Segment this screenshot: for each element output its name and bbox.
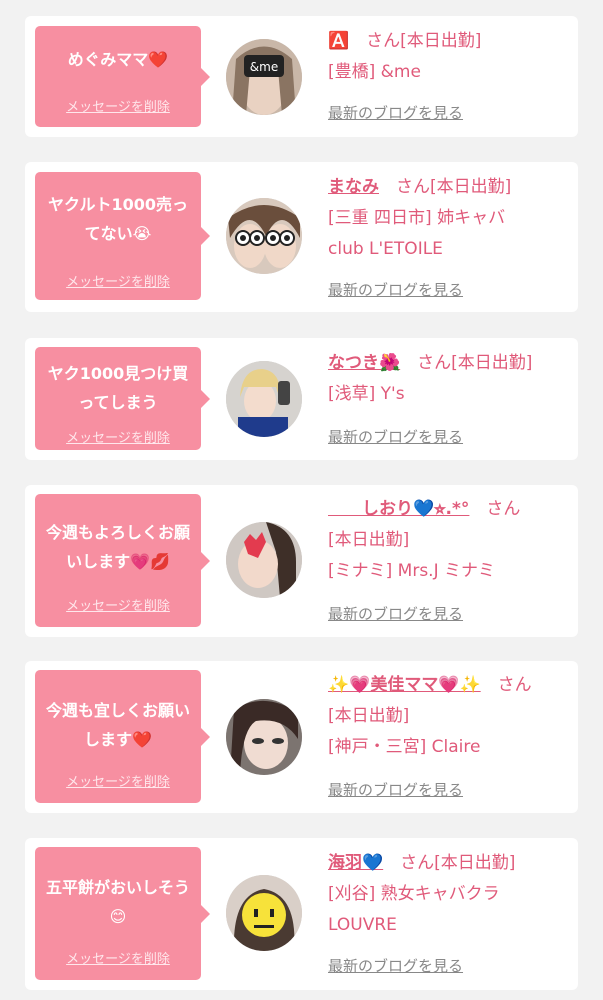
avatar[interactable] [226, 198, 302, 274]
message-text: めぐみママ❤️ [67, 50, 169, 69]
shop-line: [三重 四日市] 姉キャバ [328, 208, 506, 228]
shop-status-line: [本日出勤] [328, 706, 410, 726]
cast-info: 🅰️ さん[本日出勤] [豊橋] &me [328, 26, 573, 88]
latest-blog-link[interactable]: 最新のブログを見る [328, 102, 463, 123]
cast-status: さん[本日出勤] [400, 853, 516, 873]
message-bubble: 今週も宜しくお願いします❤️ メッセージを削除 [35, 670, 210, 803]
cast-name-link[interactable]: しおり💙⭐︎.*° [328, 499, 469, 519]
latest-blog-link[interactable]: 最新のブログを見る [328, 779, 463, 800]
message-text: ヤクルト1000売ってない😭 [47, 195, 189, 243]
cast-status: さん [486, 499, 521, 519]
message-card: めぐみママ❤️ メッセージを削除 &me 🅰️ さん[本日出勤] [豊橋] &m… [25, 16, 578, 137]
message-bubble: 五平餅がおいしそう😊 メッセージを削除 [35, 847, 210, 980]
latest-blog-link[interactable]: 最新のブログを見る [328, 279, 463, 300]
cast-status: さん[本日出勤] [417, 353, 533, 373]
message-bubble: 今週もよろしくお願いします💗💋 メッセージを削除 [35, 494, 210, 627]
shop-line: [浅草] Y's [328, 384, 405, 404]
shop-line: club L'ETOILE [328, 239, 443, 259]
cast-info: ✨💗美佳ママ💗✨ さん [本日出勤] [神戸・三宮] Claire [328, 670, 573, 763]
message-bubble: ヤク1000見つけ買ってしまう メッセージを削除 [35, 347, 210, 450]
delete-message-link[interactable]: メッセージを削除 [35, 427, 201, 446]
message-card: 五平餅がおいしそう😊 メッセージを削除 海羽💙 さん[本日出勤] [刈谷] 熟女… [25, 838, 578, 990]
delete-message-link[interactable]: メッセージを削除 [35, 948, 201, 967]
delete-message-link[interactable]: メッセージを削除 [35, 271, 201, 290]
shop-line: LOUVRE [328, 915, 397, 935]
avatar[interactable] [226, 875, 302, 951]
latest-blog-link[interactable]: 最新のブログを見る [328, 955, 463, 976]
message-text: 今週も宜しくお願いします❤️ [45, 701, 190, 749]
cast-name-link[interactable]: なつき🌺 [328, 353, 400, 373]
shop-line: [神戸・三宮] Claire [328, 737, 481, 757]
shop-line: [豊橋] &me [328, 62, 421, 82]
avatar[interactable] [226, 699, 302, 775]
latest-blog-link[interactable]: 最新のブログを見る [328, 603, 463, 624]
svg-text:&me: &me [250, 60, 278, 74]
cast-status: さん [497, 675, 532, 695]
shop-line: [ミナミ] Mrs.J ミナミ [328, 561, 496, 581]
cast-info: まなみ さん[本日出勤] [三重 四日市] 姉キャバ club L'ETOILE [328, 172, 573, 265]
delete-message-link[interactable]: メッセージを削除 [35, 595, 201, 614]
delete-message-link[interactable]: メッセージを削除 [35, 771, 201, 790]
message-card: 今週もよろしくお願いします💗💋 メッセージを削除 しおり💙⭐︎.*° さん [本… [25, 485, 578, 637]
avatar[interactable] [226, 361, 302, 437]
message-card: ヤク1000見つけ買ってしまう メッセージを削除 なつき🌺 さん[本日出勤] [… [25, 338, 578, 460]
avatar[interactable]: &me [226, 39, 302, 115]
latest-blog-link[interactable]: 最新のブログを見る [328, 426, 463, 447]
message-card: 今週も宜しくお願いします❤️ メッセージを削除 ✨💗美佳ママ💗✨ さん [本日出… [25, 661, 578, 813]
cast-name-link[interactable]: まなみ [328, 177, 379, 197]
shop-status-line: [本日出勤] [328, 530, 410, 550]
message-card: ヤクルト1000売ってない😭 メッセージを削除 まなみ さん[本日出勤] [三重… [25, 162, 578, 312]
cast-name-link[interactable]: 🅰️ [328, 31, 349, 51]
cast-name-link[interactable]: 海羽💙 [328, 853, 383, 873]
cast-status: さん[本日出勤] [366, 31, 482, 51]
message-bubble: めぐみママ❤️ メッセージを削除 [35, 26, 210, 127]
message-text: ヤク1000見つけ買ってしまう [47, 364, 189, 412]
cast-info: しおり💙⭐︎.*° さん [本日出勤] [ミナミ] Mrs.J ミナミ [328, 494, 573, 587]
message-text: 五平餅がおいしそう😊 [45, 878, 190, 926]
cast-info: なつき🌺 さん[本日出勤] [浅草] Y's [328, 348, 573, 410]
avatar[interactable] [226, 522, 302, 598]
cast-info: 海羽💙 さん[本日出勤] [刈谷] 熟女キャバクラ LOUVRE [328, 848, 573, 941]
message-text: 今週もよろしくお願いします💗💋 [45, 523, 190, 571]
shop-line: [刈谷] 熟女キャバクラ [328, 884, 500, 904]
message-bubble: ヤクルト1000売ってない😭 メッセージを削除 [35, 172, 210, 300]
cast-name-link[interactable]: ✨💗美佳ママ💗✨ [328, 675, 481, 695]
delete-message-link[interactable]: メッセージを削除 [35, 96, 201, 115]
cast-status: さん[本日出勤] [396, 177, 512, 197]
